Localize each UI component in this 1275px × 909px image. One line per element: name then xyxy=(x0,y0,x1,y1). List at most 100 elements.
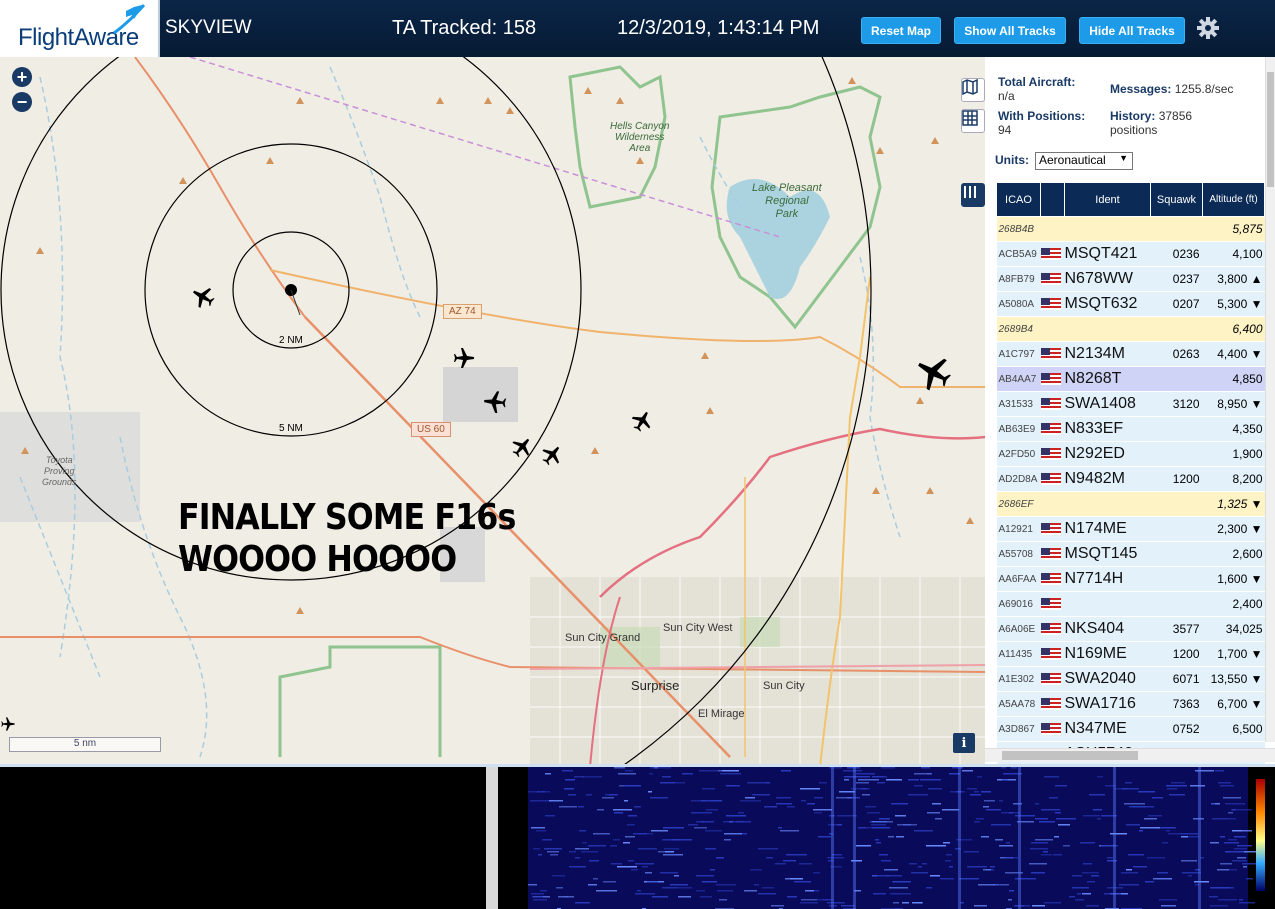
aircraft-marker-icon[interactable] xyxy=(510,435,534,459)
table-row[interactable]: A31533 SWA1408 3120 8,950 ▼ xyxy=(996,391,1265,417)
zoom-out-button[interactable]: − xyxy=(12,92,32,112)
stat-messages: Messages: 1255.8/sec xyxy=(1110,82,1233,96)
cell-ident: N169ME xyxy=(1064,641,1151,667)
label-line: Wilderness xyxy=(615,132,665,143)
cell-flag xyxy=(1040,466,1065,492)
reset-map-button[interactable]: Reset Map xyxy=(861,17,941,44)
zoom-in-button[interactable]: + xyxy=(12,67,32,87)
cell-altitude: 6,400 xyxy=(1202,316,1265,342)
us-flag-icon xyxy=(1040,623,1061,636)
col-header-ident[interactable]: Ident xyxy=(1064,182,1151,217)
label-line: Proving xyxy=(44,466,75,476)
show-all-tracks-button[interactable]: Show All Tracks xyxy=(954,17,1066,44)
aircraft-marker-icon[interactable] xyxy=(630,409,654,433)
table-row[interactable]: A8FB79 N678WW 0237 3,800 ▲ xyxy=(996,266,1265,292)
map-label-sun-city-west: Sun City West xyxy=(663,622,733,634)
us-flag-icon xyxy=(1040,448,1061,461)
cell-flag xyxy=(1040,366,1065,392)
cell-squawk xyxy=(1150,441,1203,467)
info-button[interactable]: i xyxy=(953,733,975,753)
cell-altitude: 5,875 xyxy=(1202,216,1265,242)
table-row[interactable]: AD2D8A N9482M 1200 8,200 xyxy=(996,466,1265,492)
cell-ident: SWA1408 xyxy=(1064,391,1151,417)
cell-squawk xyxy=(1150,416,1203,442)
table-row[interactable]: A6A06E NKS404 3577 34,025 xyxy=(996,616,1265,642)
cell-ident: MSQT145 xyxy=(1064,541,1151,567)
col-header-altitude[interactable]: Altitude (ft) xyxy=(1202,182,1265,217)
units-selected-value: Aeronautical xyxy=(1039,153,1106,167)
grid-toggle-button[interactable] xyxy=(961,109,985,133)
cell-altitude: 6,700 ▼ xyxy=(1202,691,1265,717)
column-toggle-button[interactable] xyxy=(961,183,985,207)
table-row[interactable]: AB4AA7 N8268T 4,850 xyxy=(996,366,1265,392)
table-row[interactable]: A12921 N174ME 2,300 ▼ xyxy=(996,516,1265,542)
table-row[interactable]: A69016 2,400 xyxy=(996,591,1265,617)
aircraft-marker-icon[interactable] xyxy=(482,389,508,415)
cell-altitude: 34,025 xyxy=(1202,616,1265,642)
gear-icon[interactable] xyxy=(1196,16,1220,40)
us-flag-icon xyxy=(1040,348,1061,361)
cell-altitude: 1,900 xyxy=(1202,441,1265,467)
cell-ident xyxy=(1064,491,1151,517)
label-line: Hells Canyon xyxy=(610,121,670,132)
flightaware-logo[interactable]: FlightAware xyxy=(0,0,160,57)
road-shield-az74: AZ 74 xyxy=(443,304,482,319)
horizontal-scroll-thumb[interactable] xyxy=(1002,751,1138,760)
chevron-down-icon: ▼ xyxy=(1119,153,1128,163)
table-row[interactable]: A3D867 N347ME 0752 6,500 xyxy=(996,716,1265,742)
cell-ident: NKS404 xyxy=(1064,616,1151,642)
table-row[interactable]: 2689B4 6,400 xyxy=(996,316,1265,342)
aircraft-marker-icon[interactable] xyxy=(452,346,476,370)
units-select[interactable]: Aeronautical ▼ xyxy=(1035,152,1133,170)
cell-flag xyxy=(1040,491,1065,517)
columns-icon xyxy=(964,186,976,198)
aircraft-marker-icon[interactable] xyxy=(190,284,216,310)
table-row[interactable]: ACB5A9 MSQT421 0236 4,100 xyxy=(996,241,1265,267)
stat-history: History: 37856 positions xyxy=(1110,109,1230,137)
ring-label-5nm: 5 NM xyxy=(279,423,303,434)
map-layers-button[interactable] xyxy=(961,78,985,102)
cell-squawk xyxy=(1150,566,1203,592)
cell-altitude: 8,950 ▼ xyxy=(1202,391,1265,417)
cell-squawk xyxy=(1150,316,1203,342)
us-flag-icon xyxy=(1040,373,1061,386)
table-row[interactable]: A1E302 SWA2040 6071 13,550 ▼ xyxy=(996,666,1265,692)
table-row[interactable]: A55708 MSQT145 2,600 xyxy=(996,541,1265,567)
cell-icao: A5080A xyxy=(996,291,1041,317)
table-row[interactable]: AA6FAA N7714H 1,600 ▼ xyxy=(996,566,1265,592)
cell-squawk xyxy=(1150,366,1203,392)
pane-divider[interactable] xyxy=(486,767,498,909)
table-row[interactable]: A5080A MSQT632 0207 5,300 ▼ xyxy=(996,291,1265,317)
table-row[interactable]: A1C797 N2134M 0263 4,400 ▼ xyxy=(996,341,1265,367)
cell-ident xyxy=(1064,216,1151,242)
table-row[interactable]: A2FD50 N292ED 1,900 xyxy=(996,441,1265,467)
vertical-scroll-thumb[interactable] xyxy=(1267,72,1274,187)
cell-flag xyxy=(1040,666,1065,692)
table-row[interactable]: A5AA78 SWA1716 7363 6,700 ▼ xyxy=(996,691,1265,717)
cell-squawk xyxy=(1150,491,1203,517)
table-row[interactable]: AB63E9 N833EF 4,350 xyxy=(996,416,1265,442)
aircraft-marker-icon[interactable] xyxy=(540,443,564,467)
map-view[interactable]: Hells Canyon Wilderness Area Lake Pleasa… xyxy=(0,57,985,767)
overlay-line: WOOOO HOOOO xyxy=(178,539,457,580)
col-header-squawk[interactable]: Squawk xyxy=(1150,182,1203,217)
cell-icao: A69016 xyxy=(996,591,1041,617)
aircraft-marker-icon[interactable] xyxy=(915,354,953,392)
col-header-icao[interactable]: ICAO xyxy=(996,182,1041,217)
col-header-flag[interactable] xyxy=(1040,182,1065,217)
cell-squawk: 1200 xyxy=(1150,641,1203,667)
cell-icao: 268B4B xyxy=(996,216,1041,242)
hide-all-tracks-button[interactable]: Hide All Tracks xyxy=(1079,17,1185,44)
table-row[interactable]: 268B4B 5,875 xyxy=(996,216,1265,242)
cell-flag xyxy=(1040,216,1065,242)
table-row[interactable]: 2686EF 1,325 ▼ xyxy=(996,491,1265,517)
us-flag-icon xyxy=(1040,473,1061,486)
stat-value: 94 xyxy=(998,123,1012,137)
cell-altitude: 2,400 xyxy=(1202,591,1265,617)
us-flag-icon xyxy=(1040,548,1061,561)
aircraft-marker-icon[interactable] xyxy=(0,713,16,735)
cell-squawk: 0237 xyxy=(1150,266,1203,292)
table-row[interactable]: A11435 N169ME 1200 1,700 ▼ xyxy=(996,641,1265,667)
map-label-sun-city: Sun City xyxy=(763,680,805,692)
cell-squawk xyxy=(1150,516,1203,542)
